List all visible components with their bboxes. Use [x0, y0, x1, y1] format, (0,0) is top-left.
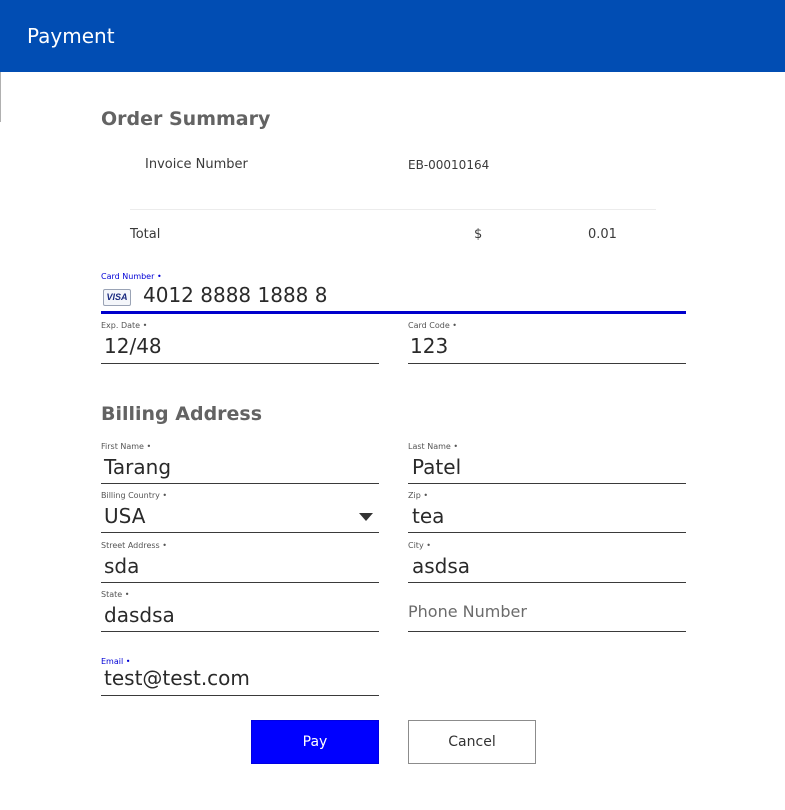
billing-address-title: Billing Address	[101, 403, 263, 425]
exp-date-field[interactable]: Exp. Date • 12/48	[101, 321, 379, 364]
order-summary-title: Order Summary	[101, 108, 271, 130]
email-underline	[101, 695, 379, 696]
zip-value[interactable]: tea	[412, 504, 444, 528]
billing-country-select[interactable]: Billing Country • USA	[101, 491, 379, 533]
chevron-down-icon[interactable]	[359, 513, 373, 521]
cancel-button[interactable]: Cancel	[408, 720, 536, 764]
first-name-field[interactable]: First Name • Tarang	[101, 442, 379, 484]
email-field[interactable]: Email • test@test.com	[101, 657, 379, 696]
street-address-field[interactable]: Street Address • sda	[101, 541, 379, 583]
billing-country-label: Billing Country •	[101, 491, 168, 500]
city-label: City •	[408, 541, 431, 550]
city-underline	[408, 582, 686, 583]
exp-date-value[interactable]: 12/48	[104, 334, 162, 358]
card-code-field[interactable]: Card Code • 123	[408, 321, 686, 364]
billing-country-value[interactable]: USA	[104, 504, 145, 528]
last-name-underline	[408, 483, 686, 484]
street-address-value[interactable]: sda	[104, 554, 139, 578]
total-value: 0.01	[588, 227, 617, 242]
exp-date-label: Exp. Date •	[101, 321, 148, 330]
card-number-label: Card Number •	[101, 272, 162, 281]
first-name-label: First Name •	[101, 442, 152, 451]
state-value[interactable]: dasdsa	[104, 603, 175, 627]
state-label: State •	[101, 590, 130, 599]
email-label: Email •	[101, 657, 131, 666]
first-name-underline	[101, 483, 379, 484]
summary-divider	[130, 209, 656, 210]
pay-button[interactable]: Pay	[251, 720, 379, 764]
phone-number-field[interactable]: Phone Number	[408, 590, 686, 632]
state-underline	[101, 631, 379, 632]
exp-date-underline	[101, 363, 379, 364]
state-field[interactable]: State • dasdsa	[101, 590, 379, 632]
last-name-field[interactable]: Last Name • Patel	[408, 442, 686, 484]
page-title: Payment	[27, 24, 115, 48]
card-code-underline	[408, 363, 686, 364]
email-value[interactable]: test@test.com	[104, 666, 250, 690]
zip-label: Zip •	[408, 491, 429, 500]
card-number-field[interactable]: Card Number • VISA 4012 8888 1888 8	[101, 272, 686, 314]
card-number-value[interactable]: 4012 8888 1888 8	[143, 283, 328, 307]
last-name-value[interactable]: Patel	[412, 455, 461, 479]
invoice-number-label: Invoice Number	[145, 157, 248, 172]
phone-number-underline	[408, 631, 686, 632]
total-label: Total	[130, 227, 161, 242]
window-edge	[0, 72, 1, 122]
card-code-label: Card Code •	[408, 321, 457, 330]
zip-field[interactable]: Zip • tea	[408, 491, 686, 533]
card-code-value[interactable]: 123	[410, 334, 448, 358]
currency-symbol: $	[474, 227, 483, 242]
invoice-number-value: EB-00010164	[408, 158, 490, 172]
payment-header: Payment	[0, 0, 785, 72]
city-field[interactable]: City • asdsa	[408, 541, 686, 583]
card-number-underline	[101, 311, 686, 314]
zip-underline	[408, 532, 686, 533]
phone-number-placeholder[interactable]: Phone Number	[408, 602, 527, 621]
street-address-label: Street Address •	[101, 541, 167, 550]
last-name-label: Last Name •	[408, 442, 459, 451]
city-value[interactable]: asdsa	[412, 554, 470, 578]
first-name-value[interactable]: Tarang	[104, 455, 171, 479]
street-address-underline	[101, 582, 379, 583]
billing-country-underline	[101, 532, 379, 533]
visa-card-icon: VISA	[103, 289, 131, 306]
